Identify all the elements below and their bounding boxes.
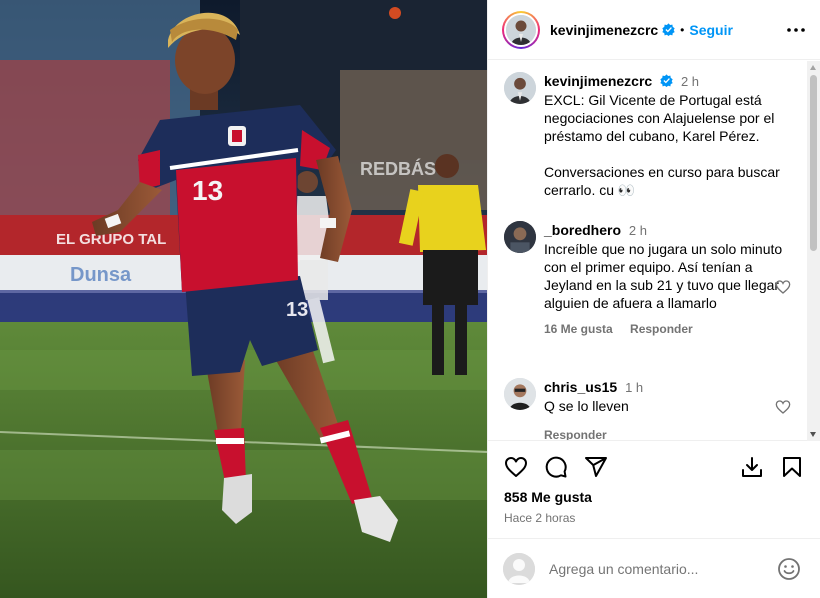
comment-time: 1 h [625,380,644,395]
comment-item: chris_us15 1 h Q se lo lleven Responder [488,378,820,440]
shorts-number: 13 [286,299,308,321]
default-user-icon [503,552,535,585]
post-details-panel: kevinjimenezcrc • Seguir kevinjimenezcrc… [487,0,820,598]
likes-count[interactable]: 858 Me gusta [504,489,592,505]
commenter-photo-icon [504,221,536,253]
banner-right-text: REDBÁS [360,158,436,179]
verified-icon [662,23,675,36]
scroll-down-arrow-icon[interactable] [810,432,816,437]
bookmark-icon[interactable] [780,455,804,479]
commenter-photo-icon [504,378,536,410]
comments-scrollbar[interactable] [807,61,820,441]
comment-meta: Responder [544,426,784,440]
comment-text: Q se lo lleven [544,398,629,414]
post-header: kevinjimenezcrc • Seguir [488,0,820,60]
author-avatar-story-ring[interactable] [502,10,540,49]
more-options-icon [787,27,805,32]
comment-text: Increíble que no jugara un solo minuto c… [544,241,783,311]
share-icon[interactable] [584,455,608,479]
comment-time: 2 h [628,223,647,238]
banner-left-text: EL GRUPO TAL [56,231,166,248]
comment-likes-count[interactable]: 16 Me gusta [544,322,613,336]
comment-reply-button[interactable]: Responder [630,322,693,336]
author-username[interactable]: kevinjimenezcrc [550,22,658,38]
verified-icon [660,74,673,87]
shirt-number: 13 [192,175,223,206]
comment-item: _boredhero 2 h Increíble que no jugara u… [488,221,820,338]
comment-username[interactable]: chris_us15 [544,379,617,395]
comment-reply-button[interactable]: Responder [544,428,607,440]
heart-icon[interactable] [504,455,528,479]
board-text: Dunsa [70,264,132,286]
caption-time: 2 h [680,74,700,89]
caption-row: kevinjimenezcrc 2 h EXCL: Gil Vicente de… [488,72,820,199]
action-bar [504,455,804,481]
football-player-photo: EL GRUPO TAL REDBÁS Dunsa 13 13 [0,0,487,598]
current-user-avatar [503,552,535,585]
more-options-button[interactable] [784,18,808,42]
caption-author-avatar[interactable] [504,72,536,104]
instagram-post-view: EL GRUPO TAL REDBÁS Dunsa 13 13 kevinjim… [0,0,820,598]
save-icon[interactable] [740,455,764,479]
comment-input[interactable] [549,560,777,577]
commenter-avatar[interactable] [504,221,536,253]
caption-username[interactable]: kevinjimenezcrc [544,73,652,89]
comment-heart-icon[interactable] [775,279,791,295]
scroll-up-arrow-icon[interactable] [810,65,816,70]
emoji-icon[interactable] [777,557,801,581]
comment-composer [488,538,820,598]
caption-text: EXCL: Gil Vicente de Portugal está negoc… [544,92,780,198]
comment-meta: 16 Me gusta Responder [544,320,784,338]
scroll-thumb[interactable] [810,75,817,251]
comments-list[interactable]: kevinjimenezcrc 2 h EXCL: Gil Vicente de… [488,61,820,441]
comment-icon[interactable] [544,455,568,479]
comment-username[interactable]: _boredhero [544,222,621,238]
author-photo-icon [504,72,536,104]
commenter-avatar[interactable] [504,378,536,410]
author-photo-icon [506,14,536,45]
post-timestamp: Hace 2 horas [504,511,576,525]
author-avatar[interactable] [506,14,536,45]
post-photo[interactable]: EL GRUPO TAL REDBÁS Dunsa 13 13 [0,0,487,598]
header-separator: • [680,22,685,37]
follow-button[interactable]: Seguir [689,22,733,38]
comment-heart-icon[interactable] [775,399,791,415]
